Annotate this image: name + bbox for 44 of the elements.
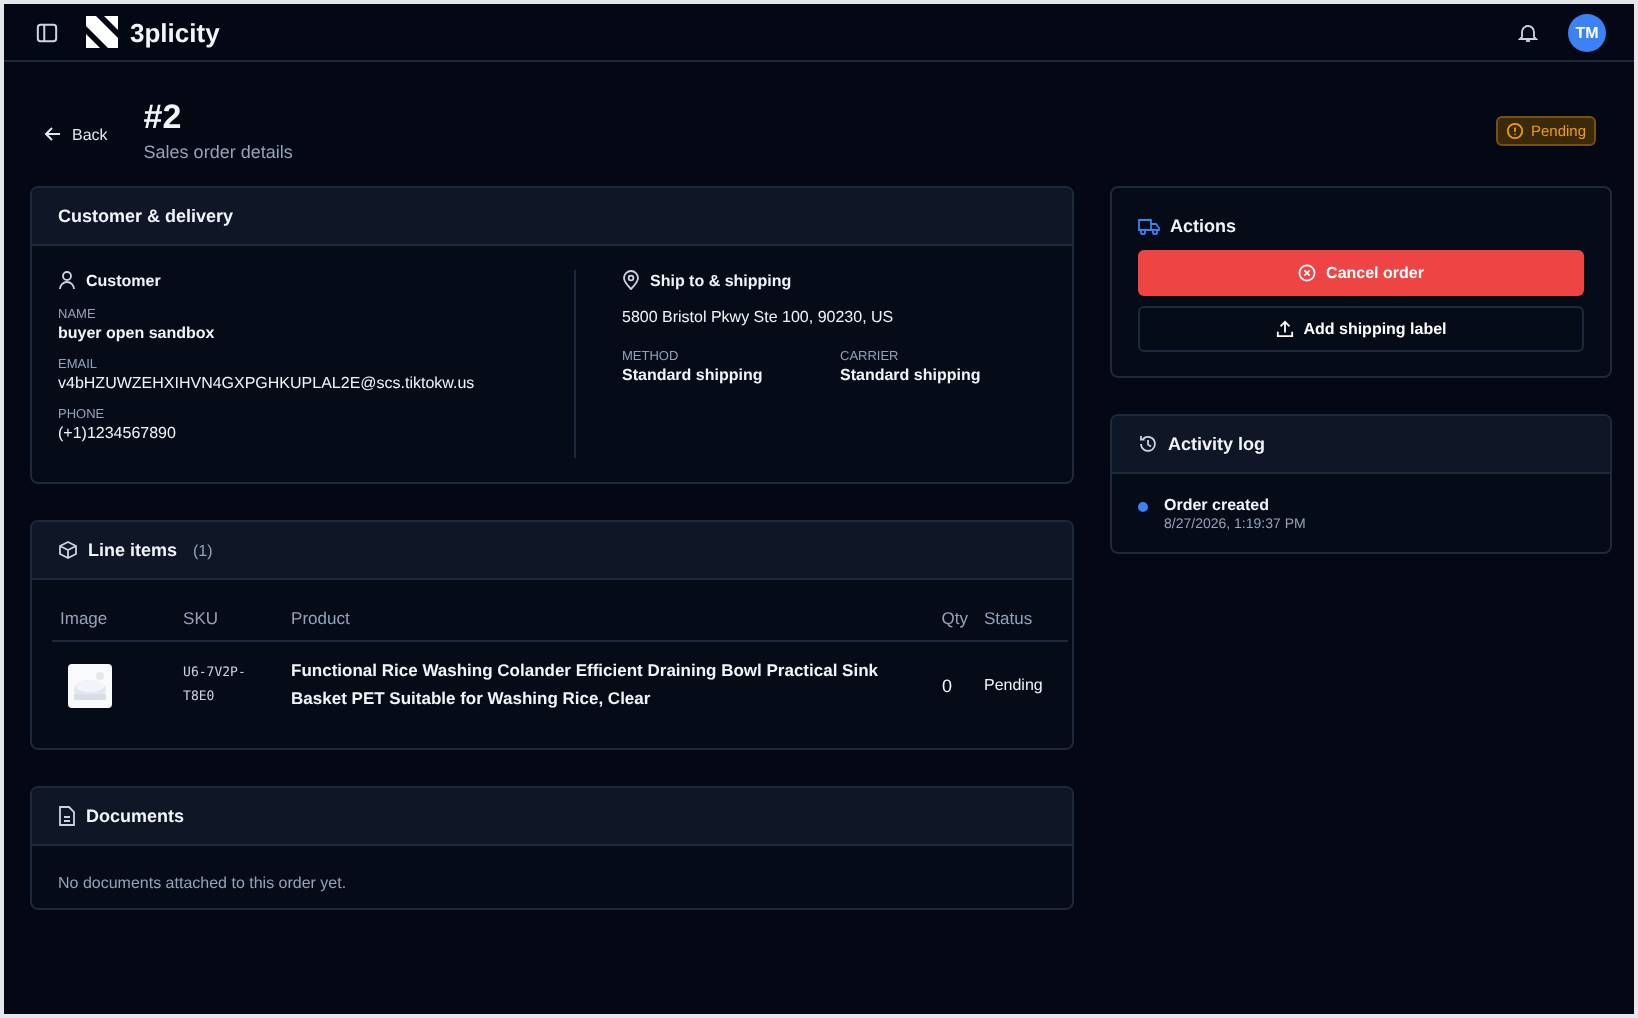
- person-icon: [58, 270, 76, 290]
- field-value: Standard shipping: [840, 366, 983, 384]
- logo-icon: [86, 16, 118, 48]
- back-link[interactable]: Back: [44, 125, 108, 143]
- user-avatar[interactable]: TM: [1568, 13, 1606, 51]
- truck-icon: [1138, 217, 1160, 235]
- field-value: buyer open sandbox: [58, 324, 217, 342]
- page-subtitle: Sales order details: [143, 142, 293, 162]
- column-header: Image: [52, 596, 176, 641]
- arrow-left-icon: [44, 126, 62, 142]
- sidebar-toggle-icon[interactable]: [36, 21, 58, 43]
- column-header: Product: [283, 596, 900, 641]
- cancel-icon: [1298, 264, 1317, 282]
- card-title: Line items: [88, 540, 178, 560]
- upload-icon: [1275, 320, 1294, 338]
- cancel-order-button[interactable]: Cancel order: [1138, 250, 1584, 296]
- box-icon: [58, 540, 78, 560]
- activity-title: Order created: [1164, 496, 1271, 514]
- brand-name: 3plicity: [130, 17, 220, 47]
- section-title: Customer: [86, 271, 161, 289]
- location-pin-icon: [622, 270, 640, 290]
- shipping-address: 5800 Bristol Pkwy Ste 100, 90230, US: [622, 308, 896, 326]
- card-title: Actions: [1170, 216, 1237, 236]
- status-cell: Pending: [976, 641, 1068, 729]
- quantity-cell: 0: [899, 641, 976, 729]
- product-name-cell: Functional Rice Washing Colander Efficient Draining Bowl Practical Sink Basket PET Suitable for Washing Rice, Clear: [283, 641, 900, 729]
- order-number: #2: [143, 98, 184, 138]
- section-title: Ship to & shipping: [650, 271, 792, 289]
- column-header: SKU: [175, 596, 284, 641]
- field-value: (+1)1234567890: [58, 424, 178, 442]
- card-title: Customer & delivery: [58, 206, 234, 226]
- item-count: (1): [193, 541, 213, 559]
- alert-icon: [1506, 121, 1525, 139]
- document-icon: [58, 806, 76, 827]
- history-icon: [1138, 434, 1158, 454]
- add-shipping-label-button[interactable]: Add shipping label: [1138, 306, 1584, 352]
- notifications-icon[interactable]: [1518, 21, 1538, 43]
- column-header: Qty: [899, 596, 976, 641]
- column-header: Status: [976, 596, 1068, 641]
- field-value: Standard shipping: [622, 366, 765, 384]
- card-title: Activity log: [1168, 434, 1266, 454]
- card-title: Documents: [86, 806, 185, 827]
- field-value: v4bHZUWZEHXIHVN4GXPGHKUPLAL2E@scs.tiktokw.us: [58, 374, 477, 392]
- empty-message: No documents attached to this order yet.: [56, 872, 349, 897]
